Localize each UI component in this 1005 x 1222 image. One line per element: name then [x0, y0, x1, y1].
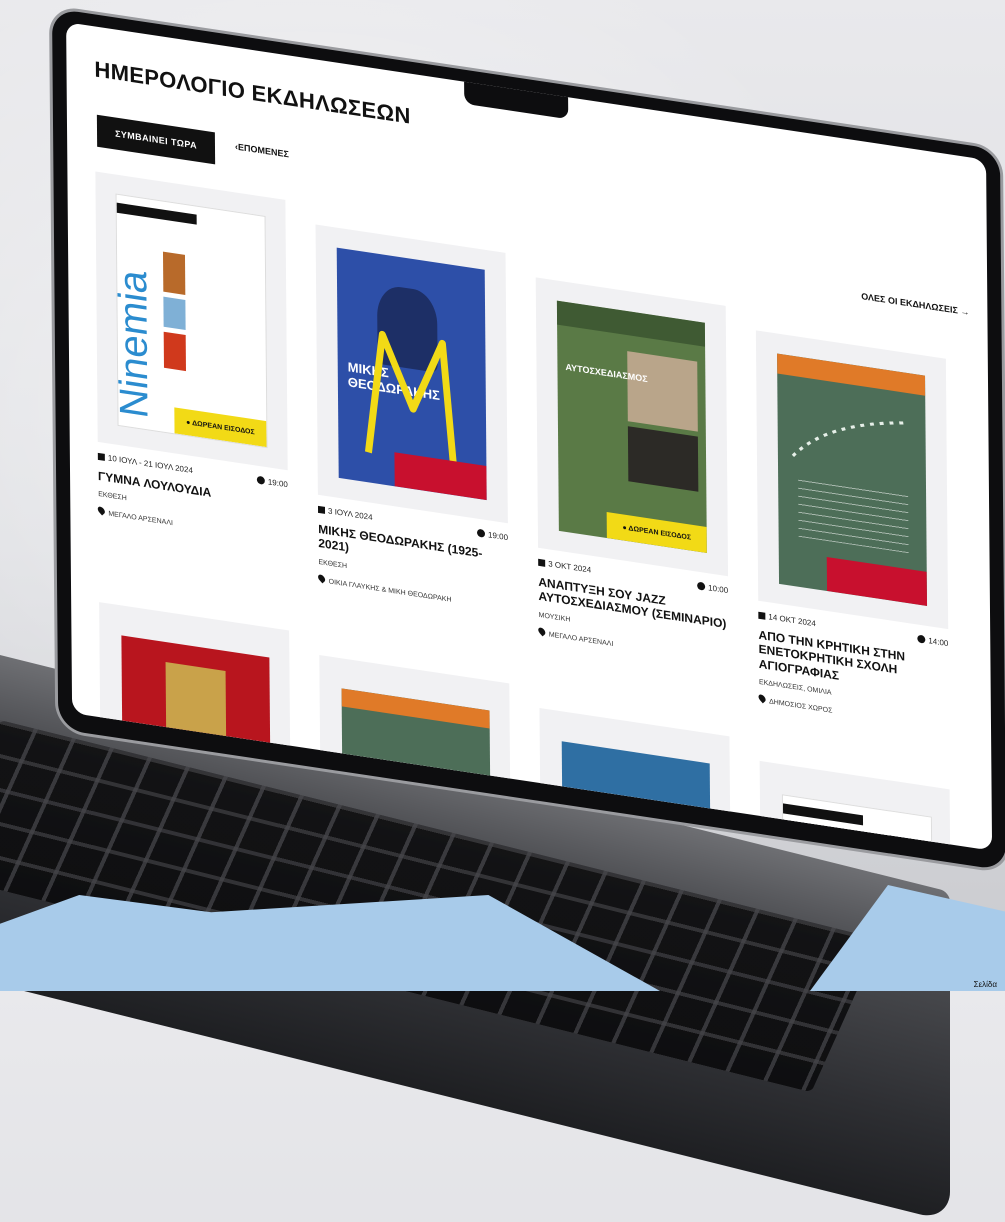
clock-icon: [697, 581, 706, 591]
screen: ΗΜΕΡΟΛΟΓΙΟ ΕΚΔΗΛΩΣΕΩΝ ΣΥΜΒΑΙΝΕΙ ΤΩΡΑ ‹ΕΠ…: [66, 22, 993, 851]
event-venue-text: ΜΕΓΑΛΟ ΑΡΣΕΝΑΛΙ: [108, 510, 173, 528]
page-title: ΗΜΕΡΟΛΟΓΙΟ ΕΚΔΗΛΩΣΕΩΝ: [94, 56, 411, 129]
calendar-icon: [538, 558, 546, 567]
event-time-text: 19:00: [487, 530, 509, 543]
poster-frame: [755, 330, 949, 630]
event-card[interactable]: ΑΥΤΟΣΧΕΔΙΑΣΜΟΣ ● ΔΩΡΕΑΝ ΕΙΣΟΔΟΣ 3 ΟΚΤ 20…: [535, 277, 729, 665]
free-entry-badge: ● ΔΩΡΕΑΝ ΕΙΣΟΔΟΣ: [174, 407, 267, 448]
poster-musician-image: [627, 426, 699, 492]
event-date-text: 14 ΟΚΤ 2024: [768, 612, 816, 629]
location-pin-icon: [536, 626, 547, 637]
event-card[interactable]: Ninemia ● ΔΩΡΕΑΝ ΕΙΣΟΔΟΣ 10 ΙΟΥΛ - 21 ΙΟ…: [95, 171, 288, 544]
calendar-icon: [317, 505, 326, 514]
poster-text-lines: [798, 476, 909, 554]
event-time: 19:00: [256, 475, 288, 490]
poster-header: [556, 300, 706, 347]
event-poster: Ninemia ● ΔΩΡΕΑΝ ΕΙΣΟΔΟΣ: [115, 193, 268, 449]
event-time-text: 14:00: [928, 636, 949, 649]
event-time: 14:00: [917, 634, 949, 649]
location-pin-icon: [316, 573, 327, 584]
poster-graphic: [364, 330, 457, 466]
event-card-partial[interactable]: [759, 760, 951, 851]
poster-birds-graphic: [791, 421, 908, 458]
event-time: 19:00: [476, 528, 509, 543]
poster-label-bar: [782, 803, 864, 826]
event-date-text: 3 ΟΚΤ 2024: [548, 559, 592, 575]
camera-notch: [464, 79, 569, 120]
poster-icon-image: [165, 662, 227, 762]
event-date: 14 ΟΚΤ 2024: [758, 611, 816, 629]
red-badge: [394, 452, 487, 501]
event-time-text: 10:00: [708, 583, 729, 596]
free-entry-badge: ● ΔΩΡΕΑΝ ΕΙΣΟΔΟΣ: [606, 512, 707, 554]
poster-frame: Ninemia ● ΔΩΡΕΑΝ ΕΙΣΟΔΟΣ: [95, 171, 288, 471]
poster-image: [163, 331, 186, 372]
event-poster: ΑΥΤΟΣΧΕΔΙΑΣΜΟΣ ● ΔΩΡΕΑΝ ΕΙΣΟΔΟΣ: [556, 300, 707, 554]
red-badge: [826, 556, 928, 606]
laptop-lid: ΗΜΕΡΟΛΟΓΙΟ ΕΚΔΗΛΩΣΕΩΝ ΣΥΜΒΑΙΝΕΙ ΤΩΡΑ ‹ΕΠ…: [52, 8, 1005, 871]
event-date-text: 3 ΙΟΥΛ 2024: [327, 506, 373, 522]
calendar-icon: [97, 452, 105, 461]
poster-building-image: [627, 351, 698, 432]
poster-frame: ΑΥΤΟΣΧΕΔΙΑΣΜΟΣ ● ΔΩΡΕΑΝ ΕΙΣΟΔΟΣ: [535, 277, 729, 577]
location-pin-icon: [757, 693, 768, 704]
poster-header: [341, 688, 490, 729]
tab-happening-now[interactable]: ΣΥΜΒΑΙΝΕΙ ΤΩΡΑ: [96, 114, 216, 165]
poster-label-bar: [116, 202, 197, 225]
event-card[interactable]: 14 ΟΚΤ 2024 14:00 ΑΠΟ ΤΗΝ ΚΡΗΤΙΚΗ ΣΤΗΝ Ε…: [755, 330, 949, 732]
poster-image: [162, 251, 186, 295]
tab-upcoming[interactable]: ‹ΕΠΟΜΕΝΕΣ: [235, 141, 289, 159]
event-date: 3 ΟΚΤ 2024: [538, 558, 591, 575]
poster-header: [777, 353, 926, 396]
event-time-text: 19:00: [267, 477, 288, 490]
calendar-icon: [758, 611, 766, 620]
event-time: 10:00: [697, 581, 729, 596]
corner-text: Σελίδα: [973, 980, 997, 989]
tab-upcoming-label: ΕΠΟΜΕΝΕΣ: [237, 141, 289, 160]
event-venue-text: ΜΕΓΑΛΟ ΑΡΣΕΝΑΛΙ: [548, 631, 614, 648]
event-card[interactable]: ΜΙΚΗΣ ΘΕΟΔΩΡΑΚΗΣ 3 ΙΟΥΛ 2024 19:00 ΜΙΚΗΣ…: [315, 224, 509, 612]
event-venue-text: ΔΗΜΟΣΙΟΣ ΧΩΡΟΣ: [769, 698, 833, 715]
location-pin-icon: [96, 505, 107, 516]
poster-title: ΑΥΤΟΣΧΕΔΙΑΣΜΟΣ: [565, 361, 648, 385]
clock-icon: [917, 634, 926, 644]
event-poster: ΜΙΚΗΣ ΘΕΟΔΩΡΑΚΗΣ: [336, 247, 487, 501]
clock-icon: [256, 475, 265, 485]
poster-image: [163, 296, 186, 331]
event-poster: [777, 353, 928, 606]
event-date: 3 ΙΟΥΛ 2024: [317, 505, 373, 522]
all-events-link[interactable]: ΟΛΕΣ ΟΙ ΕΚΔΗΛΩΣΕΙΣ →: [861, 291, 969, 317]
poster-frame: ΜΙΚΗΣ ΘΕΟΔΩΡΑΚΗΣ: [315, 224, 508, 524]
clock-icon: [476, 528, 486, 538]
